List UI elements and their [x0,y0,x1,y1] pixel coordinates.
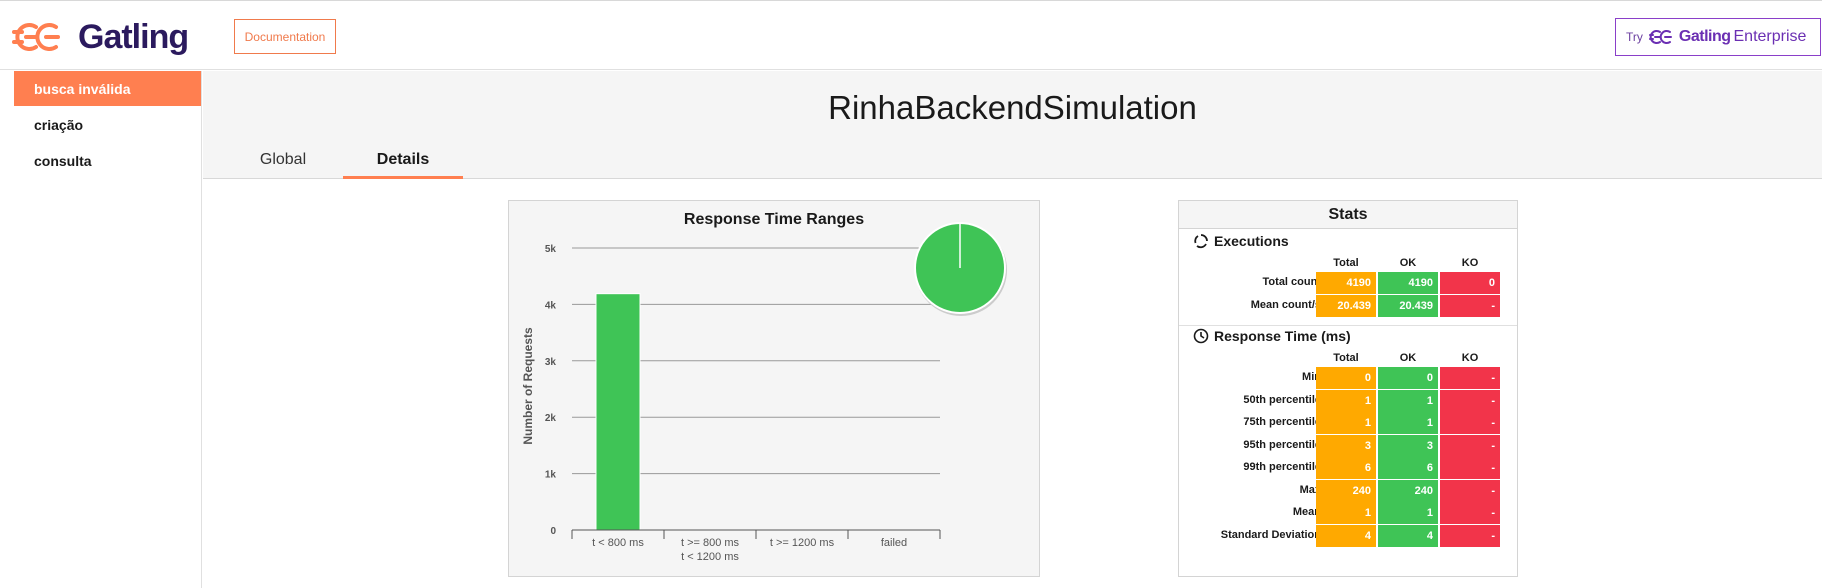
content-header: RinhaBackendSimulation Global Details [203,71,1822,179]
x-tick-label: failed [881,537,907,549]
y-axis-label: Number of Requests [521,327,535,445]
stats-cell-ko: 0 [1440,272,1500,294]
enterprise-label: Enterprise [1733,28,1807,45]
chart-title: Response Time Ranges [684,211,864,228]
stats-cell-ko: - [1440,367,1500,389]
stats-cell-ok: 240 [1378,479,1438,502]
stats-row-label: 95th percentile [1243,438,1321,451]
gatling-logo[interactable]: Gatling [12,15,189,59]
stats-row-label: Total count [1262,276,1321,288]
response-time-section-title: Response Time (ms) [1193,328,1351,344]
section-divider [1179,325,1517,326]
stats-cell-ko: - [1440,434,1500,457]
stats-cell-ok: 4 [1378,524,1438,547]
response-col-ok: OK [1399,352,1417,364]
stats-cell-total: 4 [1316,524,1376,547]
executions-label: Executions [1214,233,1289,249]
documentation-button[interactable]: Documentation [234,19,336,54]
gatling-logo-icon [12,23,60,51]
executions-col-ko: KO [1461,257,1479,269]
stats-cell-ko: - [1440,412,1500,434]
stats-row-label: 99th percentile [1243,461,1321,473]
executions-icon [1194,234,1208,249]
stats-cell-total: 0 [1316,367,1376,389]
y-tick-label: 3k [545,357,557,368]
stats-row-label: Standard Deviation [1220,528,1321,541]
sidebar-item-criacao[interactable]: criação [14,107,201,142]
stats-cell-total: 240 [1316,479,1376,502]
stats-cell-total: 20.439 [1316,295,1376,317]
gatling-enterprise-icon [1648,30,1672,44]
stats-cell-ok: 1 [1378,389,1438,412]
response-time-label: Response Time (ms) [1214,328,1351,344]
stats-cell-ko: - [1440,295,1500,317]
stats-cell-ok: 1 [1378,502,1438,524]
page-title: RinhaBackendSimulation [828,89,1197,126]
executions-section-title: Executions [1193,233,1289,249]
stats-title: Stats [1179,201,1517,229]
stats-cell-ok: 4190 [1378,272,1438,294]
stats-cell-ok: 3 [1378,434,1438,457]
x-tick-label: t >= 1200 ms [770,537,835,549]
stats-cell-total: 4190 [1316,272,1376,294]
stats-cell-total: 3 [1316,434,1376,457]
x-tick-label: t < 800 ms [592,537,644,549]
x-tick-label: t < 1200 ms [681,551,739,563]
bar[interactable] [595,293,641,531]
response-col-ko: KO [1461,352,1479,364]
sidebar-item-busca-invalida[interactable]: busca inválida [14,71,201,106]
stats-cell-ko: - [1440,457,1500,479]
enterprise-brand: Gatling [1678,28,1731,45]
gatling-wordmark: Gatling [78,17,189,56]
stats-cell-ko: - [1440,502,1500,524]
executions-col-total: Total [1333,257,1359,269]
try-label: Try [1626,30,1643,44]
stats-row-label: 50th percentile [1243,393,1321,406]
y-tick-label: 0 [550,526,556,537]
y-tick-label: 5k [545,244,557,255]
clock-icon [1193,328,1209,344]
x-tick-label: t >= 800 ms [681,537,740,549]
stats-cell-ok: 1 [1378,412,1438,434]
stats-cell-ok: 0 [1378,367,1438,389]
stats-cell-total: 6 [1316,457,1376,479]
tab-details[interactable]: Details [343,151,463,179]
y-tick-label: 4k [545,300,557,311]
stats-cell-ok: 20.439 [1378,295,1438,317]
response-col-total: Total [1333,352,1359,364]
stats-cell-ok: 6 [1378,457,1438,479]
stats-cell-ko: - [1440,389,1500,412]
stats-cell-total: 1 [1316,412,1376,434]
tab-global[interactable]: Global [243,151,323,179]
stats-cell-total: 1 [1316,389,1376,412]
y-tick-label: 2k [545,413,557,424]
stats-cell-ko: - [1440,524,1500,547]
try-enterprise-button[interactable]: Try Gatling Enterprise [1615,18,1821,56]
sidebar: busca inválida criação consulta [0,71,202,588]
executions-col-ok: OK [1399,257,1417,269]
response-time-ranges-chart: Response Time Ranges Number of Requests … [521,211,1007,563]
y-tick-label: 1k [545,470,557,481]
sidebar-item-consulta[interactable]: consulta [14,143,201,178]
stats-cell-total: 1 [1316,502,1376,524]
stats-row-label: Mean count/s [1250,299,1321,311]
response-time-ranges-panel: Response Time Ranges Number of Requests … [508,200,1040,577]
stats-panel: Stats Executions Total OK KO Total count… [1178,200,1518,577]
stats-cell-ko: - [1440,479,1500,502]
top-bar: Gatling Documentation Try Gatling Enterp… [0,0,1822,70]
stats-row-label: 75th percentile [1243,416,1321,428]
